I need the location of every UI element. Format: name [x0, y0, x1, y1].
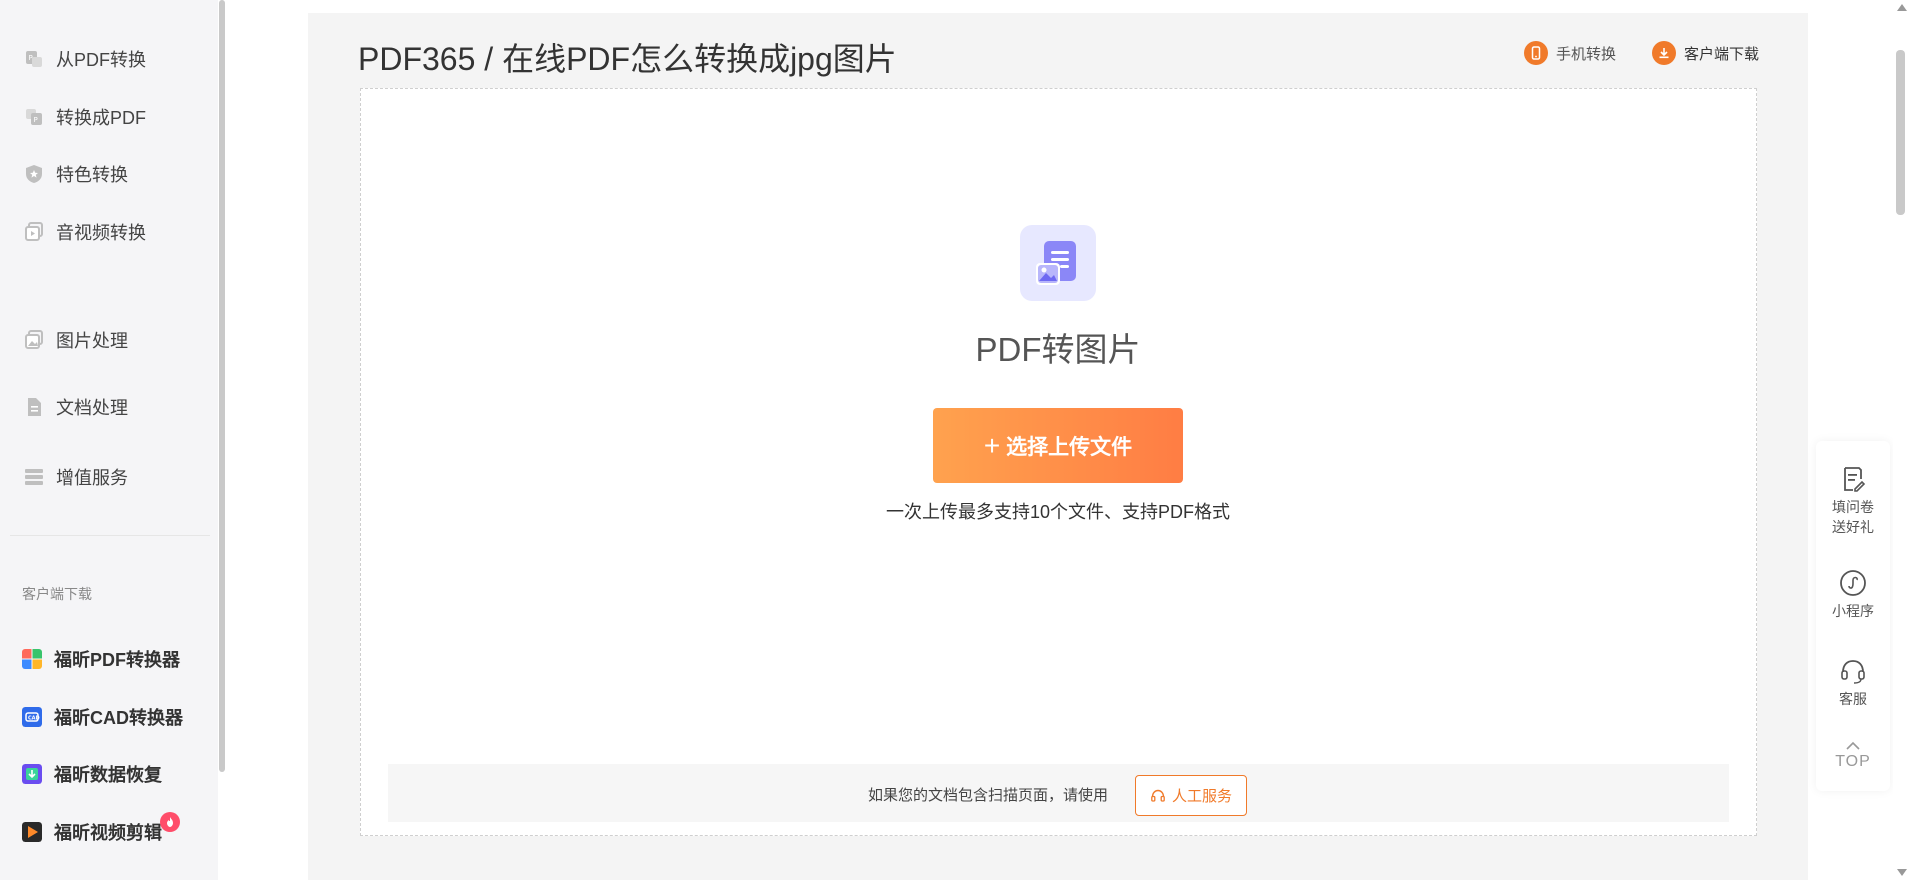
sidebar-item-label: 转换成PDF — [56, 108, 146, 128]
client-download-label: 客户端下载 — [1684, 45, 1760, 63]
sidebar-divider — [10, 535, 210, 536]
download-icon — [1652, 41, 1676, 65]
media-icon — [24, 222, 44, 242]
survey-icon — [1844, 467, 1866, 492]
scan-notice-text: 如果您的文档包含扫描页面，请使用 — [868, 787, 1109, 804]
app-item-label: 福昕数据恢复 — [54, 765, 162, 785]
cad-converter-app-icon: CAD — [22, 707, 42, 727]
page-scrollbar[interactable] — [1893, 0, 1910, 880]
mini-program-label: 小程序 — [1832, 603, 1874, 619]
floating-toolbar: 填问卷送好礼 小程序 客服 TOP — [1816, 441, 1890, 791]
app-item-label: 福昕视频剪辑 — [54, 823, 162, 843]
sidebar-item-from-pdf[interactable]: P 从PDF转换 — [24, 44, 146, 74]
human-service-label: 人工服务 — [1171, 788, 1232, 805]
data-recovery-app-icon — [22, 764, 42, 784]
client-download-link[interactable]: 客户端下载 — [1652, 40, 1759, 66]
mini-program-icon — [1840, 570, 1866, 596]
sidebar-item-label: 图片处理 — [56, 331, 128, 351]
app-item-cad-converter[interactable]: CAD 福昕CAD转换器 — [22, 702, 183, 732]
page-scrollbar-thumb[interactable] — [1896, 50, 1905, 215]
sidebar-item-image[interactable]: 图片处理 — [24, 325, 128, 355]
plus-icon: + — [983, 429, 1001, 461]
hot-badge-icon — [160, 812, 180, 832]
sidebar-item-label: 音视频转换 — [56, 223, 146, 243]
scroll-up-arrow-icon[interactable] — [1897, 4, 1907, 11]
pdf-to-image-icon — [1020, 225, 1096, 301]
sidebar-item-media[interactable]: 音视频转换 — [24, 217, 146, 247]
app-item-video-editor[interactable]: 福昕视频剪辑 — [22, 817, 162, 847]
headset-icon — [1841, 660, 1865, 684]
sidebar: P 从PDF转换 P 转换成PDF 特色转换 音视频转换 图片处理 文档处理 增… — [0, 0, 218, 880]
sidebar-scrollbar-thumb[interactable] — [219, 0, 225, 772]
sidebar-scrollbar[interactable] — [218, 0, 226, 880]
scroll-down-arrow-icon[interactable] — [1897, 869, 1907, 876]
app-item-data-recovery[interactable]: 福昕数据恢复 — [22, 759, 162, 789]
image-icon — [24, 330, 44, 350]
video-editor-app-icon — [22, 822, 42, 842]
document-icon — [24, 397, 44, 417]
page-title: PDF365 / 在线PDF怎么转换成jpg图片 — [358, 41, 897, 77]
svg-text:CAD: CAD — [28, 716, 40, 722]
headset-icon — [1151, 789, 1165, 802]
survey-gift-button[interactable]: 填问卷送好礼 — [1816, 465, 1890, 537]
customer-service-button[interactable]: 客服 — [1816, 657, 1890, 709]
list-icon — [24, 467, 44, 487]
upload-file-button[interactable]: + 选择上传文件 — [933, 408, 1183, 483]
mini-program-button[interactable]: 小程序 — [1816, 569, 1890, 621]
chevron-up-icon — [1846, 741, 1860, 750]
sidebar-item-label: 增值服务 — [56, 468, 128, 488]
human-service-button[interactable]: 人工服务 — [1135, 775, 1247, 816]
tool-title: PDF转图片 — [975, 331, 1141, 368]
shield-star-icon — [24, 164, 44, 184]
back-to-top-label: TOP — [1835, 753, 1871, 770]
sidebar-item-label: 从PDF转换 — [56, 50, 146, 70]
svg-text:P: P — [34, 116, 38, 124]
pdf-export-icon: P — [24, 49, 44, 69]
mobile-convert-link[interactable]: 手机转换 — [1524, 40, 1616, 66]
sidebar-item-label: 特色转换 — [56, 165, 128, 185]
sidebar-item-to-pdf[interactable]: P 转换成PDF — [24, 102, 146, 132]
app-item-label: 福昕PDF转换器 — [54, 650, 180, 670]
back-to-top-button[interactable]: TOP — [1816, 741, 1890, 771]
sidebar-item-document[interactable]: 文档处理 — [24, 392, 128, 422]
sidebar-section-title: 客户端下载 — [22, 586, 92, 602]
upload-file-label: 选择上传文件 — [1006, 435, 1133, 459]
app-item-label: 福昕CAD转换器 — [54, 708, 183, 728]
svg-text:P: P — [29, 54, 33, 62]
sidebar-item-value-added[interactable]: 增值服务 — [24, 462, 128, 492]
mobile-convert-label: 手机转换 — [1556, 45, 1617, 63]
upload-hint: 一次上传最多支持10个文件、支持PDF格式 — [885, 502, 1231, 522]
phone-icon — [1524, 41, 1548, 65]
app-item-pdf-converter[interactable]: 福昕PDF转换器 — [22, 644, 180, 674]
survey-gift-label: 填问卷送好礼 — [1832, 499, 1874, 535]
pdf-converter-app-icon — [22, 649, 42, 669]
pdf-import-icon: P — [24, 107, 44, 127]
sidebar-item-special[interactable]: 特色转换 — [24, 159, 128, 189]
customer-service-label: 客服 — [1839, 691, 1867, 707]
sidebar-item-label: 文档处理 — [56, 398, 128, 418]
